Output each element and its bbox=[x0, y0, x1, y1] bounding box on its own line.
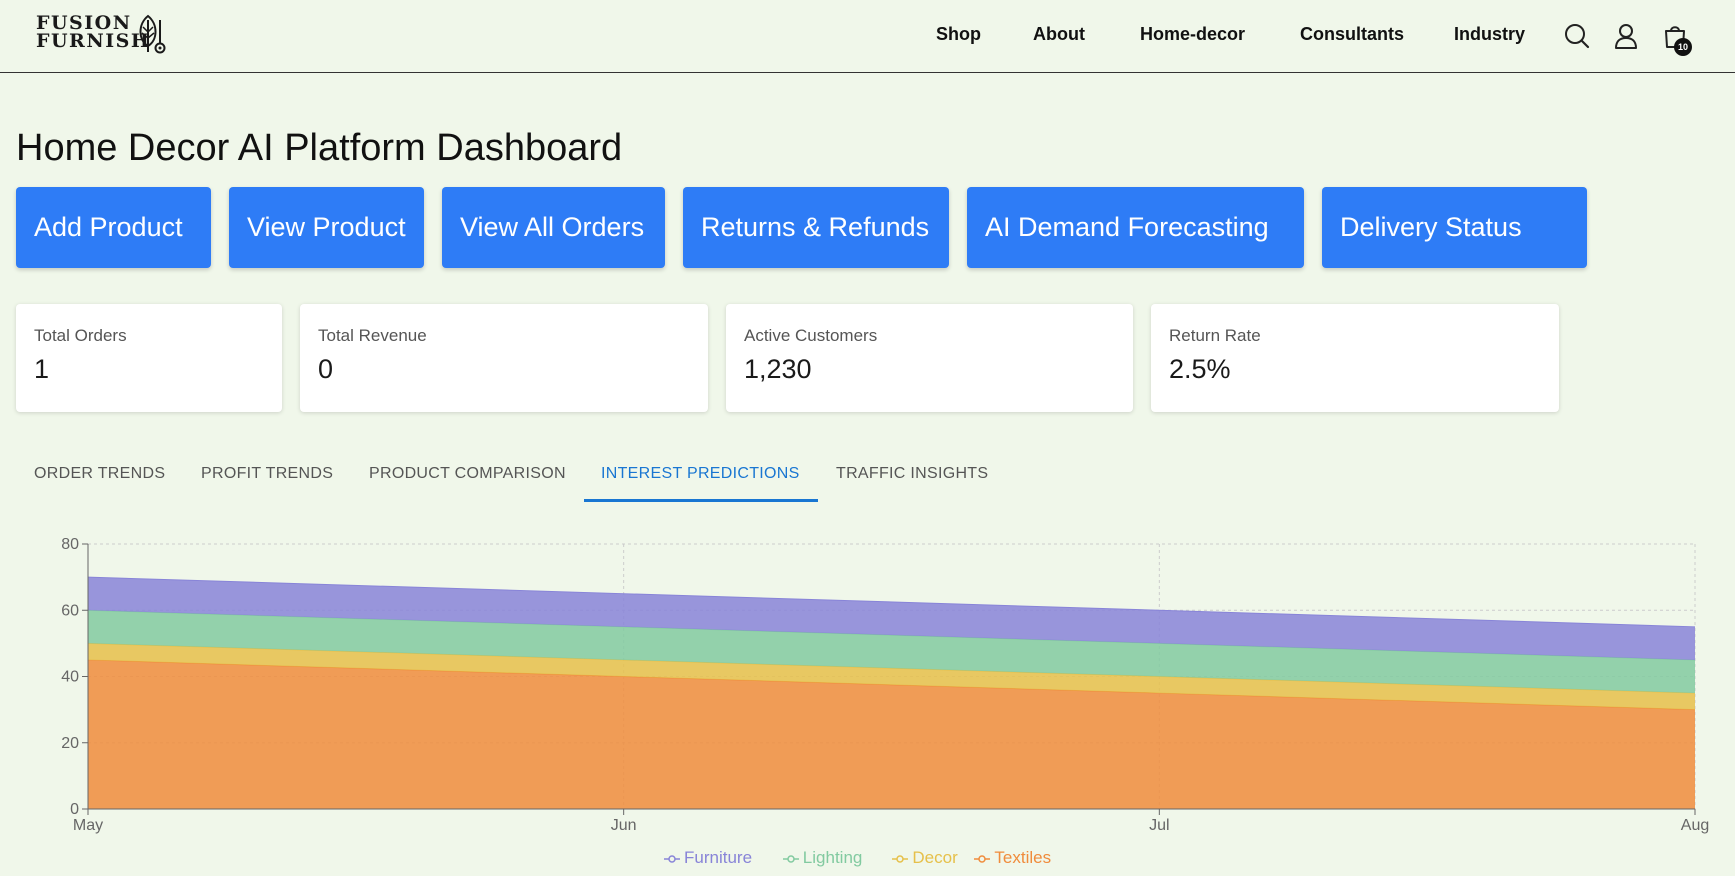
x-tick-label: May bbox=[73, 817, 103, 834]
user-icon[interactable] bbox=[1612, 22, 1640, 50]
legend-item-textiles[interactable]: Textiles bbox=[974, 848, 1051, 868]
stat-value: 2.5% bbox=[1169, 354, 1231, 384]
view-all-orders-button[interactable]: View All Orders bbox=[442, 187, 665, 268]
add-product-button[interactable]: Add Product bbox=[16, 187, 211, 268]
stat-label: Active Customers bbox=[744, 326, 878, 345]
y-tick-label: 60 bbox=[61, 602, 79, 619]
nav-shop[interactable]: Shop bbox=[936, 24, 981, 45]
view-product-button[interactable]: View Product bbox=[229, 187, 424, 268]
tab-traffic-insights[interactable]: TRAFFIC INSIGHTS bbox=[836, 465, 988, 483]
top-header: FUSION FURNISH Shop About Home-decor Con… bbox=[0, 0, 1735, 73]
legend-marker-icon bbox=[782, 854, 799, 863]
stat-value: 1,230 bbox=[744, 354, 812, 384]
stat-card-active-customers: Active Customers 1,230 bbox=[726, 304, 1133, 412]
y-tick-label: 80 bbox=[61, 536, 79, 553]
active-tab-indicator bbox=[584, 499, 818, 502]
legend-item-lighting[interactable]: Lighting bbox=[782, 848, 863, 868]
legend-label: Decor bbox=[912, 848, 958, 867]
x-tick-label: Jul bbox=[1149, 817, 1169, 834]
x-tick-label: Aug bbox=[1681, 817, 1709, 834]
stat-card-total-orders: Total Orders 1 bbox=[16, 304, 282, 412]
y-tick-label: 20 bbox=[61, 735, 79, 752]
stat-label: Total Orders bbox=[34, 326, 127, 345]
nav-industry[interactable]: Industry bbox=[1454, 24, 1525, 45]
interest-predictions-chart: 0 20 40 60 80 May Jun Jul Aug bbox=[0, 530, 1735, 876]
stat-card-return-rate: Return Rate 2.5% bbox=[1151, 304, 1559, 412]
nav-home-decor[interactable]: Home-decor bbox=[1140, 24, 1245, 45]
legend-marker-icon bbox=[974, 854, 991, 863]
stat-value: 0 bbox=[318, 354, 334, 384]
page-title: Home Decor AI Platform Dashboard bbox=[16, 127, 623, 169]
legend-item-decor[interactable]: Decor bbox=[892, 848, 958, 868]
chart-legend: Furniture Lighting Decor Textiles bbox=[0, 848, 1735, 868]
y-tick-label: 40 bbox=[61, 669, 79, 686]
leaf-icon bbox=[139, 14, 166, 54]
legend-label: Lighting bbox=[802, 848, 863, 867]
legend-marker-icon bbox=[892, 854, 909, 863]
stat-value: 1 bbox=[34, 354, 50, 384]
stat-label: Return Rate bbox=[1169, 326, 1261, 345]
tab-order-trends[interactable]: ORDER TRENDS bbox=[34, 465, 165, 483]
nav-consultants[interactable]: Consultants bbox=[1300, 24, 1404, 45]
brand-logo[interactable]: FUSION FURNISH bbox=[36, 14, 176, 56]
cart-count-badge: 10 bbox=[1674, 38, 1692, 56]
returns-refunds-button[interactable]: Returns & Refunds bbox=[683, 187, 949, 268]
chart-svg: 0 20 40 60 80 May Jun Jul Aug bbox=[61, 536, 1709, 834]
search-icon[interactable] bbox=[1563, 22, 1591, 50]
tab-interest-predictions[interactable]: INTEREST PREDICTIONS bbox=[601, 465, 800, 483]
legend-marker-icon bbox=[664, 854, 680, 863]
x-tick-label: Jun bbox=[611, 817, 637, 834]
legend-label: Furniture bbox=[684, 848, 753, 867]
stat-label: Total Revenue bbox=[318, 326, 427, 345]
y-tick-label: 0 bbox=[70, 801, 79, 818]
stat-card-total-revenue: Total Revenue 0 bbox=[300, 304, 708, 412]
delivery-status-button[interactable]: Delivery Status bbox=[1322, 187, 1587, 268]
legend-label: Textiles bbox=[994, 848, 1052, 867]
legend-item-furniture[interactable]: Furniture bbox=[664, 848, 752, 868]
tab-product-comparison[interactable]: PRODUCT COMPARISON bbox=[369, 465, 566, 483]
tab-profit-trends[interactable]: PROFIT TRENDS bbox=[201, 465, 333, 483]
ai-demand-forecasting-button[interactable]: AI Demand Forecasting bbox=[967, 187, 1304, 268]
nav-about[interactable]: About bbox=[1033, 24, 1085, 45]
